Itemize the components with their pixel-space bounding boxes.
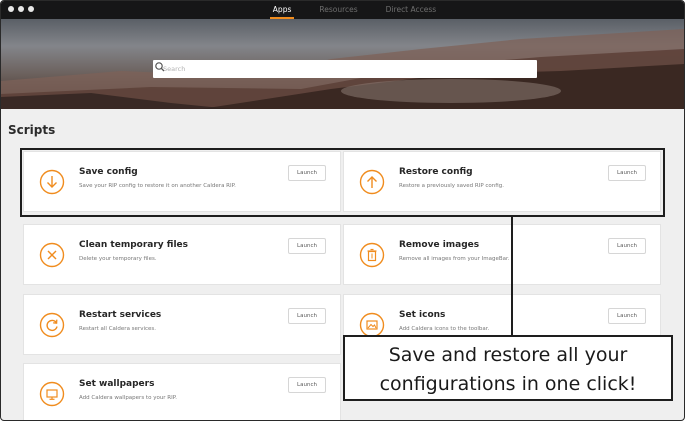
launch-button-restore-config[interactable]: Launch [608,165,646,181]
card-description: Delete your temporary files. [79,256,157,262]
search-icon[interactable] [153,60,167,74]
card-description: Add Caldera wallpapers to your RIP. [79,395,177,401]
upload-icon [359,169,385,195]
callout-line-1: Save and restore all your [388,344,628,366]
close-icon [39,242,65,268]
card-title: Restore config [399,167,473,177]
card-restart-services: Restart services Restart all Caldera ser… [23,294,341,355]
trash-icon [359,242,385,268]
card-description: Remove all images from your ImageBar. [399,256,510,262]
launch-button-save-config[interactable]: Launch [288,165,326,181]
card-description: Save your RIP config to restore it on an… [79,183,236,189]
callout-connector [511,217,513,336]
card-description: Restore a previously saved RIP config. [399,183,504,189]
card-set-wallpapers: Set wallpapers Add Caldera wallpapers to… [23,363,341,420]
app-window: Apps Resources Direct Access Search Scri… [0,0,685,421]
tab-direct-access[interactable]: Direct Access [386,1,437,19]
card-title: Set wallpapers [79,379,155,389]
hero-banner: Search [1,19,684,109]
card-description: Add Caldera icons to the toolbar. [399,326,490,332]
search-bar[interactable]: Search [153,60,537,78]
launch-button-restart-services[interactable]: Launch [288,308,326,324]
monitor-icon [39,381,65,407]
search-input[interactable]: Search [153,65,537,73]
launch-button-remove-images[interactable]: Launch [608,238,646,254]
launch-button-set-icons[interactable]: Launch [608,308,646,324]
card-clean-temporary-files: Clean temporary files Delete your tempor… [23,224,341,285]
download-icon [39,169,65,195]
card-title: Save config [79,167,138,177]
main-nav: Apps Resources Direct Access [1,1,684,19]
card-title: Clean temporary files [79,240,188,250]
card-remove-images: Remove images Remove all images from you… [343,224,661,285]
tab-resources[interactable]: Resources [319,1,357,19]
card-title: Remove images [399,240,480,250]
card-restore-config: Restore config Restore a previously save… [343,151,661,212]
card-title: Set icons [399,310,446,320]
section-title: Scripts [8,123,56,137]
callout-line-2: configurations in one click! [379,373,637,395]
callout-box: Save and restore all your configurations… [343,335,673,401]
card-title: Restart services [79,310,162,320]
title-bar: Apps Resources Direct Access [1,1,684,19]
card-save-config: Save config Save your RIP config to rest… [23,151,341,212]
tab-apps[interactable]: Apps [269,1,294,19]
refresh-icon [39,312,65,338]
launch-button-set-wallpapers[interactable]: Launch [288,377,326,393]
card-description: Restart all Caldera services. [79,326,156,332]
launch-button-clean-temporary-files[interactable]: Launch [288,238,326,254]
